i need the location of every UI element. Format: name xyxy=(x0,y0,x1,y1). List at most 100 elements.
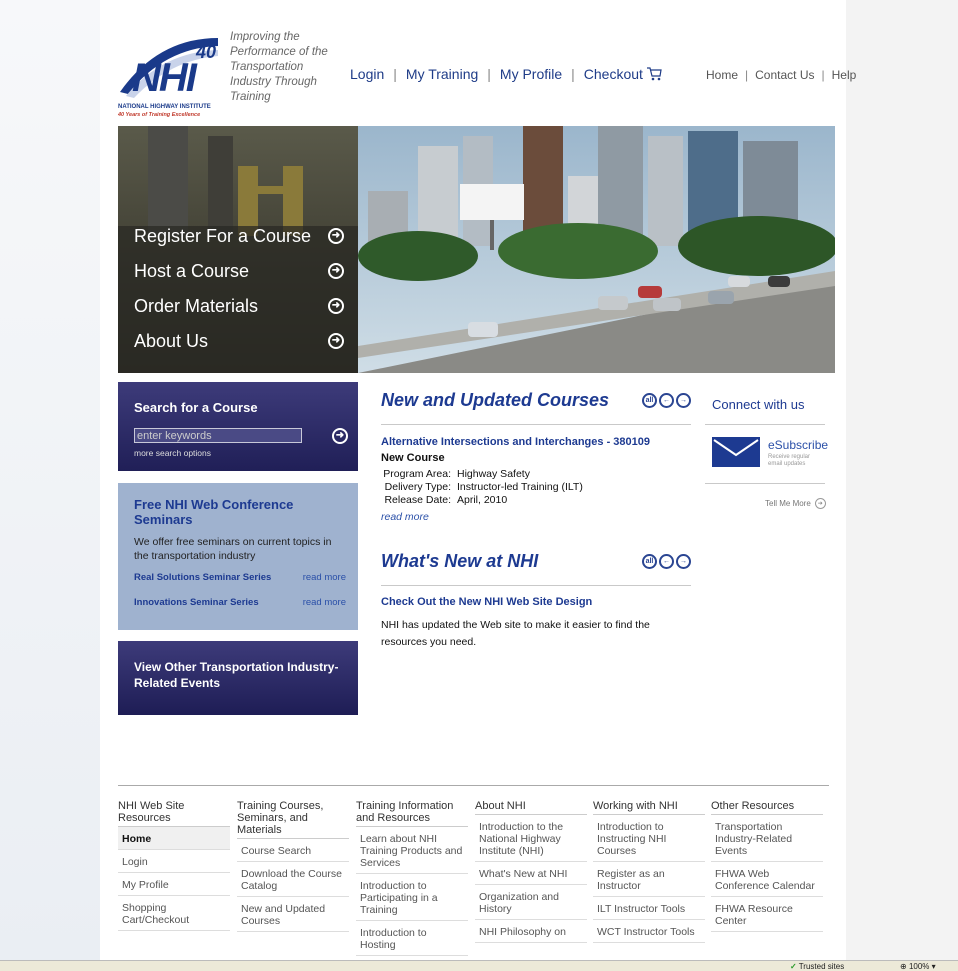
course-search-panel: Search for a Course ➜ more search option… xyxy=(118,382,358,471)
seminar-read-more-link[interactable]: read more xyxy=(303,572,346,583)
footer-link[interactable]: Register as an Instructor xyxy=(593,862,705,897)
new-courses-title: New and Updated Courses xyxy=(381,390,610,410)
seminar-series-name[interactable]: Innovations Seminar Series xyxy=(134,597,259,608)
footer-link[interactable]: Home xyxy=(118,827,230,850)
footer-link[interactable]: FHWA Web Conference Calendar xyxy=(711,862,823,897)
meta-key: Program Area: xyxy=(383,468,451,480)
search-input[interactable] xyxy=(134,428,302,443)
help-link[interactable]: Help xyxy=(832,68,857,82)
view-all-button[interactable]: all xyxy=(642,393,657,408)
footer-link[interactable]: Learn about NHI Training Products and Se… xyxy=(356,827,468,874)
footer-link[interactable]: Transportation Industry-Related Events xyxy=(711,815,823,862)
seminars-title[interactable]: Free NHI Web Conference Seminars xyxy=(134,497,342,527)
footer-link[interactable]: My Profile xyxy=(118,873,230,896)
more-search-options-link[interactable]: more search options xyxy=(134,448,211,458)
footer-column: NHI Web Site Resources Home Login My Pro… xyxy=(118,800,230,931)
contact-us-link[interactable]: Contact Us xyxy=(755,68,814,82)
envelope-flap-icon xyxy=(713,439,759,457)
meta-key: Release Date: xyxy=(384,494,451,506)
nav-divider: | xyxy=(393,66,397,82)
nav-divider: | xyxy=(821,68,825,82)
register-course-link[interactable]: Register For a Course ➜ xyxy=(134,221,344,251)
seminars-description: We offer free seminars on current topics… xyxy=(134,536,332,562)
security-zone[interactable]: ✓ Trusted sites xyxy=(790,962,844,971)
footer-link[interactable]: Organization and History xyxy=(475,885,587,920)
nav-divider: | xyxy=(571,66,575,82)
previous-arrow-icon[interactable]: ← xyxy=(659,393,674,408)
new-courses-pager: all ← → xyxy=(642,393,691,408)
hero-item-label: Host a Course xyxy=(134,260,250,281)
footer-column: Training Courses, Seminars, and Material… xyxy=(237,800,349,932)
footer-link[interactable]: Download the Course Catalog xyxy=(237,862,349,897)
my-training-link[interactable]: My Training xyxy=(406,66,478,82)
checkout-link[interactable]: Checkout xyxy=(584,66,643,82)
footer-heading: About NHI xyxy=(475,800,587,815)
about-us-link[interactable]: About Us ➜ xyxy=(134,326,344,356)
zoom-level[interactable]: ⊕ 100% ▾ xyxy=(900,962,936,971)
footer-link[interactable]: Introduction to Hosting xyxy=(356,921,468,956)
security-zone-label: Trusted sites xyxy=(798,962,845,971)
home-link[interactable]: Home xyxy=(706,68,738,82)
whats-new-title: What's New at NHI xyxy=(381,551,539,571)
footer-link[interactable]: New and Updated Courses xyxy=(237,897,349,932)
nav-divider: | xyxy=(745,68,749,82)
hero-item-label: Order Materials xyxy=(134,295,259,316)
seminar-read-more-link[interactable]: read more xyxy=(303,597,346,608)
esubscribe-caption: Receive regular email updates xyxy=(768,454,811,467)
footer-column: Working with NHI Introduction to Instruc… xyxy=(593,800,705,943)
footer-divider xyxy=(118,785,829,786)
footer-link[interactable]: Course Search xyxy=(237,839,349,862)
host-course-link[interactable]: Host a Course ➜ xyxy=(134,256,344,286)
arrow-right-circle-icon: ➜ xyxy=(328,298,344,314)
next-arrow-icon[interactable]: → xyxy=(676,554,691,569)
footer-link[interactable]: Introduction to Participating in a Train… xyxy=(356,874,468,921)
footer-link[interactable]: ILT Instructor Tools xyxy=(593,897,705,920)
footer-column: About NHI Introduction to the National H… xyxy=(475,800,587,943)
footer-link[interactable]: Introduction to Instructing NHI Courses xyxy=(593,815,705,862)
zoom-value: 100% xyxy=(908,962,930,971)
esubscribe-link[interactable]: eSubscribe xyxy=(768,438,828,452)
order-materials-link[interactable]: Order Materials ➜ xyxy=(134,291,344,321)
divider xyxy=(381,585,691,586)
course-read-more-link[interactable]: read more xyxy=(381,511,691,523)
footer-link[interactable]: FHWA Resource Center xyxy=(711,897,823,932)
hero-menu: Register For a Course ➜ Host a Course ➜ … xyxy=(118,126,358,373)
previous-arrow-icon[interactable]: ← xyxy=(659,554,674,569)
arrow-right-circle-icon: ➜ xyxy=(328,263,344,279)
next-arrow-icon[interactable]: → xyxy=(676,393,691,408)
search-title: Search for a Course xyxy=(134,400,258,415)
logo-org-name: NATIONAL HIGHWAY INSTITUTE xyxy=(118,104,211,110)
logo-tagline: 40 Years of Training Excellence xyxy=(118,112,201,118)
footer-heading: Other Resources xyxy=(711,800,823,815)
course-title-link[interactable]: Alternative Intersections and Interchang… xyxy=(381,436,691,448)
whats-new-pager: all ← → xyxy=(642,554,691,569)
my-profile-link[interactable]: My Profile xyxy=(500,66,562,82)
page-right-margin xyxy=(846,0,958,971)
footer-link[interactable]: What's New at NHI xyxy=(475,862,587,885)
news-body: NHI has updated the Web site to make it … xyxy=(381,619,650,648)
footer-link[interactable]: Introduction to the National Highway Ins… xyxy=(475,815,587,862)
divider xyxy=(381,424,691,425)
footer-link[interactable]: NHI Philosophy on xyxy=(475,920,587,943)
footer-link[interactable]: WCT Instructor Tools xyxy=(593,920,705,943)
news-title-link[interactable]: Check Out the New NHI Web Site Design xyxy=(381,596,691,608)
connect-title: Connect with us xyxy=(712,397,805,412)
login-link[interactable]: Login xyxy=(350,66,384,82)
new-courses-header: New and Updated Courses all ← → xyxy=(381,390,691,411)
meta-value: April, 2010 xyxy=(457,494,508,506)
seminar-series-name[interactable]: Real Solutions Seminar Series xyxy=(134,572,271,583)
search-go-icon[interactable]: ➜ xyxy=(332,428,348,444)
envelope-icon[interactable] xyxy=(712,437,760,467)
other-events-link[interactable]: View Other Transportation Industry-Relat… xyxy=(118,641,358,715)
view-all-button[interactable]: all xyxy=(642,554,657,569)
site-tagline: Improving the Performance of the Transpo… xyxy=(230,31,328,103)
connect-panel: Connect with us eSubscribe Receive regul… xyxy=(705,397,828,509)
chevron-down-icon: ▾ xyxy=(931,962,936,971)
footer-link[interactable]: Shopping Cart/Checkout xyxy=(118,896,230,931)
nhi-logo[interactable]: 40 NHI NATIONAL HIGHWAY INSTITUTE 40 Yea… xyxy=(118,32,222,120)
cart-icon[interactable] xyxy=(646,67,662,81)
seminar-series-row: Innovations Seminar Series read more xyxy=(134,597,346,608)
tell-me-more-link[interactable]: Tell Me More ➜ xyxy=(765,498,826,509)
footer-link[interactable]: Login xyxy=(118,850,230,873)
arrow-right-circle-icon: ➜ xyxy=(328,333,344,349)
